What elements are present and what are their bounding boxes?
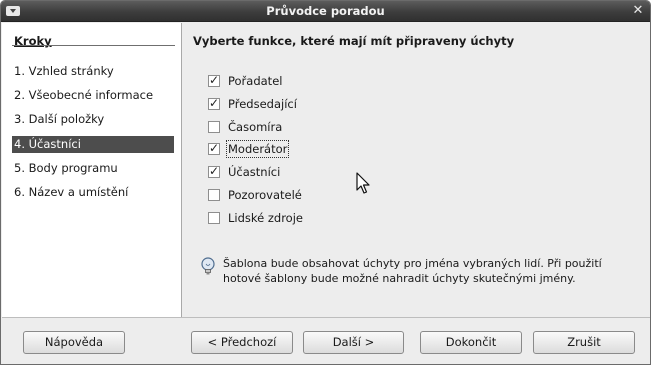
finish-button[interactable]: Dokončit [420,331,522,354]
moderator-label: Moderátor [225,140,290,158]
organizer-checkbox[interactable] [208,73,220,87]
option-participants[interactable]: Účastníci [208,163,280,181]
button-bar: Nápověda < Předchozí Další > Dokončit Zr… [2,317,650,364]
participants-checkbox[interactable] [208,164,220,178]
option-observers[interactable]: Pozorovatelé [208,186,302,204]
timekeeper-label: Časomíra [228,120,283,134]
participants-label: Účastníci [228,165,281,179]
page-title: Vyberte funkce, které mají mít připraven… [193,34,515,48]
close-button[interactable]: ✕ [631,4,645,18]
step-participants[interactable]: 4. Účastníci [12,136,174,153]
step-agenda-items[interactable]: 5. Body programu [12,160,174,177]
human-resources-label: Lidské zdroje [228,211,303,225]
option-human-resources[interactable]: Lidské zdroje [208,209,303,227]
step-additional-items[interactable]: 3. Další položky [12,111,174,128]
close-icon: ✕ [632,3,644,18]
next-button[interactable]: Další > [303,331,404,354]
cancel-button[interactable]: Zrušit [533,331,635,354]
wizard-window: Průvodce poradou ✕ Kroky 1. Vzhled strán… [0,0,651,365]
step-general-info[interactable]: 2. Všeobecné informace [12,87,174,104]
steps-divider [12,45,175,46]
moderator-checkbox[interactable] [208,141,220,155]
option-organizer[interactable]: Pořadatel [208,72,282,90]
step-name-location[interactable]: 6. Název a umístění [12,184,174,201]
chairperson-label: Předsedající [228,97,297,111]
info-text: Šablona bude obsahovat úchyty pro jména … [223,257,602,285]
step-page-design[interactable]: 1. Vzhled stránky [12,63,174,80]
previous-button[interactable]: < Předchozí [191,331,293,354]
window-title: Průvodce poradou [266,4,385,18]
timekeeper-checkbox[interactable] [208,121,220,133]
option-moderator[interactable]: Moderátor [208,140,290,158]
chairperson-checkbox[interactable] [208,96,220,110]
option-timekeeper[interactable]: Časomíra [208,118,282,136]
option-chairperson[interactable]: Předsedající [208,95,297,113]
observers-label: Pozorovatelé [228,188,302,202]
mouse-pointer-icon [356,172,372,196]
help-button[interactable]: Nápověda [23,331,125,354]
human-resources-checkbox[interactable] [208,212,220,224]
organizer-label: Pořadatel [228,74,283,88]
lightbulb-icon [200,257,216,277]
observers-checkbox[interactable] [208,189,220,201]
content-panel: Vyberte funkce, které mají mít připraven… [183,23,650,317]
title-bar[interactable]: Průvodce poradou ✕ [1,1,650,22]
steps-sidebar: Kroky 1. Vzhled stránky 2. Všeobecné inf… [2,23,182,317]
